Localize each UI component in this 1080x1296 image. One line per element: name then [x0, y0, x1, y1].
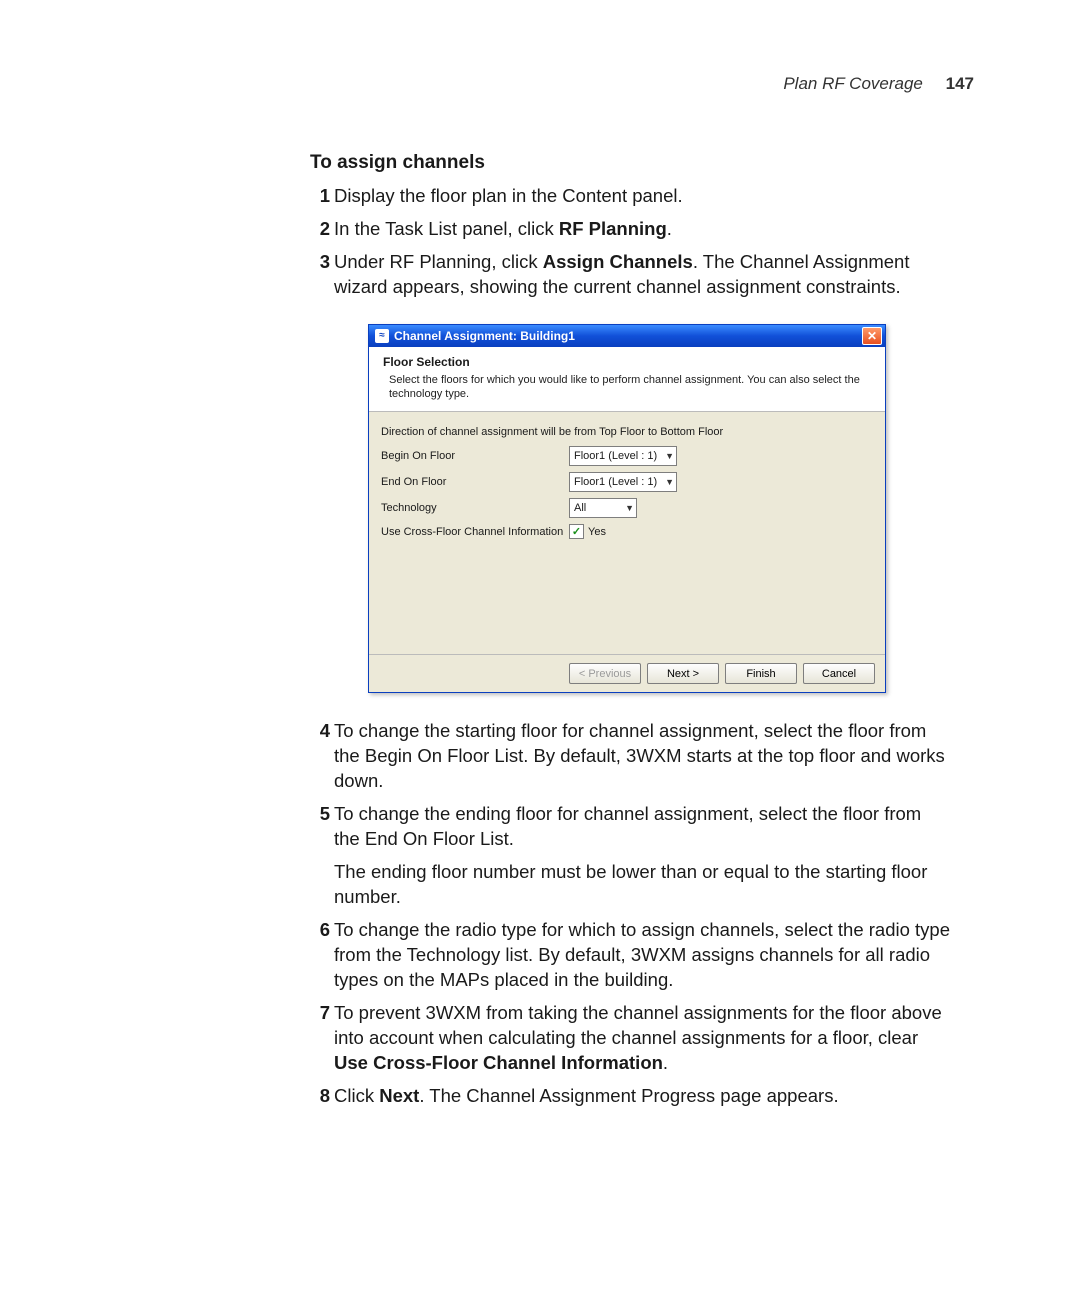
chevron-down-icon: ▼ [665, 451, 674, 461]
cross-floor-value: Yes [588, 526, 606, 538]
begin-on-floor-label: Begin On Floor [381, 450, 569, 462]
app-icon: ≈ [375, 329, 389, 343]
close-icon[interactable]: ✕ [862, 327, 882, 345]
cross-floor-checkbox[interactable]: ✓ [569, 524, 584, 539]
cancel-button[interactable]: Cancel [803, 663, 875, 684]
cross-floor-label: Use Cross-Floor Channel Information [381, 526, 569, 538]
end-on-floor-select[interactable]: Floor1 (Level : 1) ▼ [569, 472, 677, 492]
step-7: To prevent 3WXM from taking the channel … [310, 1001, 950, 1076]
step-5-note: The ending floor number must be lower th… [334, 860, 950, 910]
steps-list-continued: To change the starting floor for channel… [310, 719, 950, 1109]
running-title: Plan RF Coverage [783, 74, 923, 93]
chevron-down-icon: ▼ [665, 477, 674, 487]
dialog-title: Channel Assignment: Building1 [394, 329, 575, 343]
dialog-header-title: Floor Selection [383, 355, 871, 369]
steps-list: Display the floor plan in the Content pa… [310, 184, 950, 300]
channel-assignment-dialog: ≈ Channel Assignment: Building1 ✕ Floor … [368, 324, 886, 694]
page-number: 147 [946, 74, 974, 93]
section-title: To assign channels [310, 152, 950, 174]
dialog-header: Floor Selection Select the floors for wh… [369, 347, 885, 413]
begin-on-floor-select[interactable]: Floor1 (Level : 1) ▼ [569, 446, 677, 466]
previous-button: < Previous [569, 663, 641, 684]
step-5: To change the ending floor for channel a… [310, 802, 950, 910]
chevron-down-icon: ▼ [625, 503, 634, 513]
step-1: Display the floor plan in the Content pa… [310, 184, 950, 209]
direction-text: Direction of channel assignment will be … [381, 426, 873, 438]
technology-label: Technology [381, 502, 569, 514]
end-on-floor-label: End On Floor [381, 476, 569, 488]
step-8: Click Next. The Channel Assignment Progr… [310, 1084, 950, 1109]
technology-select[interactable]: All ▼ [569, 498, 637, 518]
dialog-body: Direction of channel assignment will be … [369, 412, 885, 654]
step-2: In the Task List panel, click RF Plannin… [310, 217, 950, 242]
next-button[interactable]: Next > [647, 663, 719, 684]
dialog-footer: < Previous Next > Finish Cancel [369, 654, 885, 692]
running-header: Plan RF Coverage 147 [100, 74, 980, 94]
dialog-titlebar[interactable]: ≈ Channel Assignment: Building1 ✕ [369, 325, 885, 347]
dialog-header-desc: Select the floors for which you would li… [383, 373, 871, 402]
step-3: Under RF Planning, click Assign Channels… [310, 250, 950, 300]
step-6: To change the radio type for which to as… [310, 918, 950, 993]
step-4: To change the starting floor for channel… [310, 719, 950, 794]
finish-button[interactable]: Finish [725, 663, 797, 684]
